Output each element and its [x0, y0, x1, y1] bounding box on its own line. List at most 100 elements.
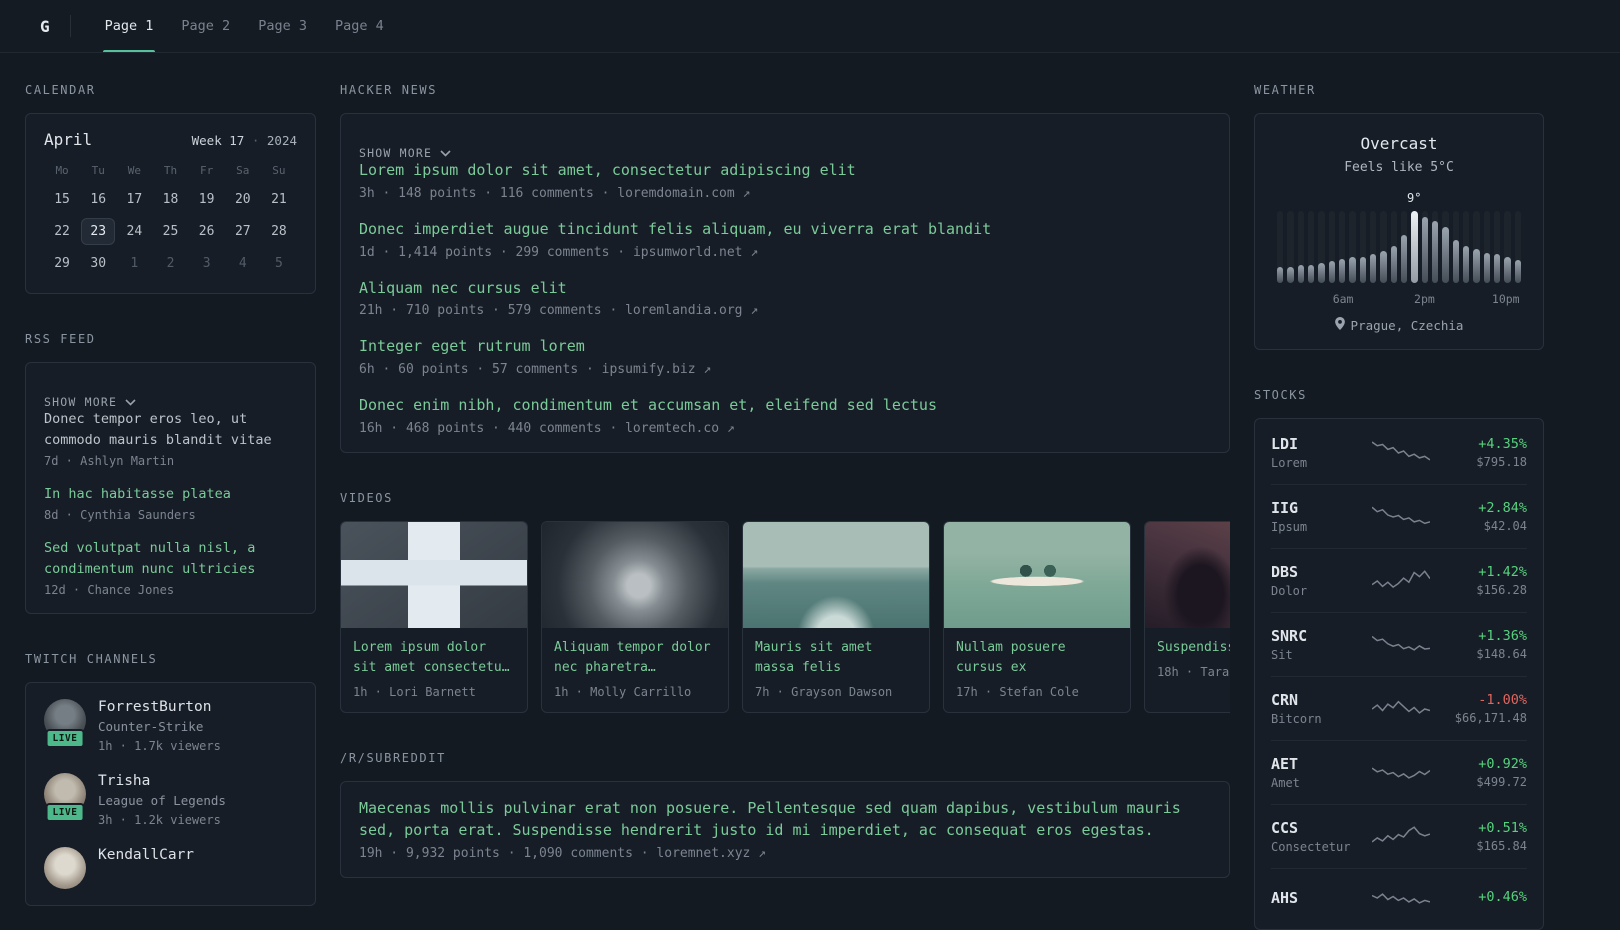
- weekday-label: Th: [163, 164, 178, 177]
- page-tab[interactable]: Page 3: [244, 0, 321, 52]
- video-card[interactable]: Nullam posuere cursus ex 17h · Stefan Co…: [943, 520, 1131, 714]
- hn-source-link[interactable]: loremdomain.com ↗: [617, 186, 750, 201]
- stock-symbol: IIG: [1271, 499, 1299, 517]
- calendar-day: 26: [198, 224, 215, 239]
- stocks-widget: STOCKS LDI Lorem +4.35% $795.18 IIG Ipsu…: [1254, 388, 1544, 930]
- stock-change: +1.42%: [1478, 564, 1527, 580]
- weather-hour-column: [1359, 211, 1366, 283]
- channel-game: Counter-Strike: [98, 718, 204, 734]
- calendar-day-grid: 15 16 17 18 19 20 21 22 23 24 25 26 27 28 29 30 1 2 3 4 5: [44, 186, 297, 277]
- hn-item-meta: 21h · 710 points · 579 comments · loreml…: [359, 303, 1211, 318]
- calendar-day: 3: [202, 256, 211, 271]
- video-card[interactable]: Suspendisse diam 18h · Tara: [1144, 520, 1230, 714]
- hn-item-title[interactable]: Donec enim nibh, condimentum et accumsan…: [359, 395, 1211, 417]
- page-tab[interactable]: Page 2: [167, 0, 244, 52]
- weather-hour-label: 2pm: [1414, 292, 1435, 306]
- stock-values: +0.51% $165.84: [1435, 820, 1527, 853]
- hn-item-title[interactable]: Donec imperdiet augue tincidunt felis al…: [359, 219, 1211, 241]
- weekday-label: Tu: [91, 164, 105, 177]
- hn-meta-text: 1d · 1,414 points · 299 comments ·: [359, 244, 626, 260]
- stock-sparkline: [1367, 502, 1435, 532]
- subreddit-widget: /R/SUBREDDIT Maecenas mollis pulvinar er…: [340, 751, 1230, 878]
- stock-change: +0.51%: [1478, 820, 1527, 836]
- stock-id: AHS: [1271, 889, 1367, 907]
- weather-hour-column: [1369, 211, 1377, 283]
- calendar-day: 22: [54, 224, 70, 239]
- twitch-channel[interactable]: KendallCarr: [44, 846, 297, 889]
- weather-widget-title: WEATHER: [1254, 83, 1316, 97]
- calendar-day: 24: [126, 224, 143, 239]
- rss-widget-title: RSS FEED: [25, 332, 96, 346]
- hn-item-title[interactable]: Aliquam nec cursus elit: [359, 278, 1211, 300]
- video-card-body: Mauris sit amet massa felis 7h · Grayson…: [743, 628, 929, 712]
- videos-widget: VIDEOS Lorem ipsum dolor sit amet consec…: [340, 491, 1230, 714]
- hn-show-more-button[interactable]: SHOW MORE: [359, 146, 451, 160]
- weather-bar: [1483, 252, 1490, 283]
- video-meta: 18h · Tara: [1157, 664, 1230, 679]
- hn-source-link[interactable]: ipsumworld.net ↗: [633, 245, 758, 260]
- calendar-card: April Week 17 · 2024 Mo Tu We Th Fr Sa Su 15 16…: [25, 113, 316, 294]
- calendar-day: 16: [90, 192, 107, 207]
- hn-item-title[interactable]: Lorem ipsum dolor sit amet, consectetur …: [359, 160, 1211, 182]
- stock-name: Lorem: [1271, 456, 1308, 470]
- stock-symbol: DBS: [1271, 563, 1299, 581]
- left-column: CALENDAR April Week 17 · 2024 Mo Tu We Th Fr…: [25, 83, 316, 906]
- video-card[interactable]: Mauris sit amet massa felis 7h · Grayson…: [742, 520, 930, 714]
- stock-name: Bitcorn: [1271, 712, 1322, 726]
- stock-name: Consectetur: [1271, 840, 1351, 854]
- stock-row: IIG Ipsum +2.84% $42.04: [1271, 484, 1527, 548]
- video-card-body: Lorem ipsum dolor sit amet consectetu… 1…: [341, 628, 527, 712]
- hn-source-link[interactable]: ipsumify.biz ↗: [602, 362, 712, 377]
- channel-game: League of Legends: [98, 792, 226, 808]
- weather-bar: [1462, 245, 1470, 283]
- hn-source-link[interactable]: loremtech.co ↗: [625, 421, 735, 436]
- rss-item-title[interactable]: Sed volutpat nulla nisl, a condimentum n…: [44, 538, 297, 580]
- page-tab[interactable]: Page 4: [321, 0, 398, 52]
- twitch-channel[interactable]: LIVE Trisha League of Legends 3h · 1.2k …: [44, 772, 297, 827]
- weather-hours: 6am 2pm 10pm: [1277, 289, 1521, 307]
- calendar-weekday-row: Mo Tu We Th Fr Sa Su: [44, 164, 297, 177]
- weather-bar: [1349, 257, 1356, 283]
- hn-item-title[interactable]: Integer eget rutrum lorem: [359, 336, 1211, 358]
- hn-source-link[interactable]: loremlandia.org ↗: [625, 303, 758, 318]
- stock-symbol: AET: [1271, 755, 1299, 773]
- twitch-channel[interactable]: LIVE ForrestBurton Counter-Strike 1h · 1…: [44, 698, 297, 753]
- weather-location-row: Prague, Czechia: [1273, 317, 1525, 333]
- weather-bar: [1514, 259, 1521, 283]
- video-thumbnail: [542, 521, 728, 628]
- stock-symbol: CRN: [1271, 691, 1299, 709]
- subreddit-item-meta: 19h · 9,932 points · 1,090 comments · lo…: [359, 846, 1211, 861]
- weather-bar: [1318, 262, 1325, 283]
- video-card[interactable]: Aliquam tempor dolor nec pharetra… 1h · …: [541, 520, 729, 714]
- video-thumbnail: [944, 521, 1130, 628]
- hn-meta-text: 21h · 710 points · 579 comments ·: [359, 303, 618, 319]
- stock-price: $42.04: [1483, 519, 1527, 533]
- rss-item-title[interactable]: Donec tempor eros leo, ut commodo mauris…: [44, 409, 297, 451]
- subreddit-item-title[interactable]: Maecenas mollis pulvinar erat non posuer…: [359, 798, 1211, 842]
- middle-column: HACKER NEWS SHOW MORE Lorem ipsum dolor …: [340, 83, 1230, 878]
- stock-symbol: AHS: [1271, 889, 1299, 907]
- video-thumbnail: [743, 521, 929, 628]
- calendar-day: 5: [274, 256, 283, 271]
- calendar-day: 23: [81, 218, 116, 245]
- weather-bar: [1452, 239, 1459, 283]
- rss-show-more-button[interactable]: SHOW MORE: [44, 395, 136, 409]
- weekday-label: Sa: [236, 164, 250, 177]
- rss-card: SHOW MORE Donec tempor eros leo, ut comm…: [25, 362, 316, 614]
- video-meta: 1h · Lori Barnett: [353, 685, 476, 700]
- weather-bar: [1390, 245, 1397, 283]
- hacker-news-widget: HACKER NEWS SHOW MORE Lorem ipsum dolor …: [340, 83, 1230, 453]
- chevron-down-icon: [440, 146, 451, 160]
- subreddit-source-link[interactable]: loremnet.xyz ↗: [656, 846, 766, 861]
- rss-item-title[interactable]: In hac habitasse platea: [44, 484, 297, 505]
- video-meta: 17h · Stefan Cole: [956, 685, 1079, 700]
- twitch-widget: TWITCH CHANNELS LIVE ForrestBurton Count…: [25, 652, 316, 906]
- calendar-day: 15: [54, 192, 70, 207]
- channel-meta: 1h · 1.7k viewers: [98, 738, 221, 753]
- channel-avatar-wrap: [44, 846, 86, 889]
- weather-bar: [1473, 249, 1480, 283]
- page-tab[interactable]: Page 1: [91, 0, 168, 52]
- video-card[interactable]: Lorem ipsum dolor sit amet consectetu… 1…: [340, 520, 528, 714]
- calendar-day: 1: [130, 256, 139, 271]
- weather-location: Prague, Czechia: [1350, 317, 1464, 333]
